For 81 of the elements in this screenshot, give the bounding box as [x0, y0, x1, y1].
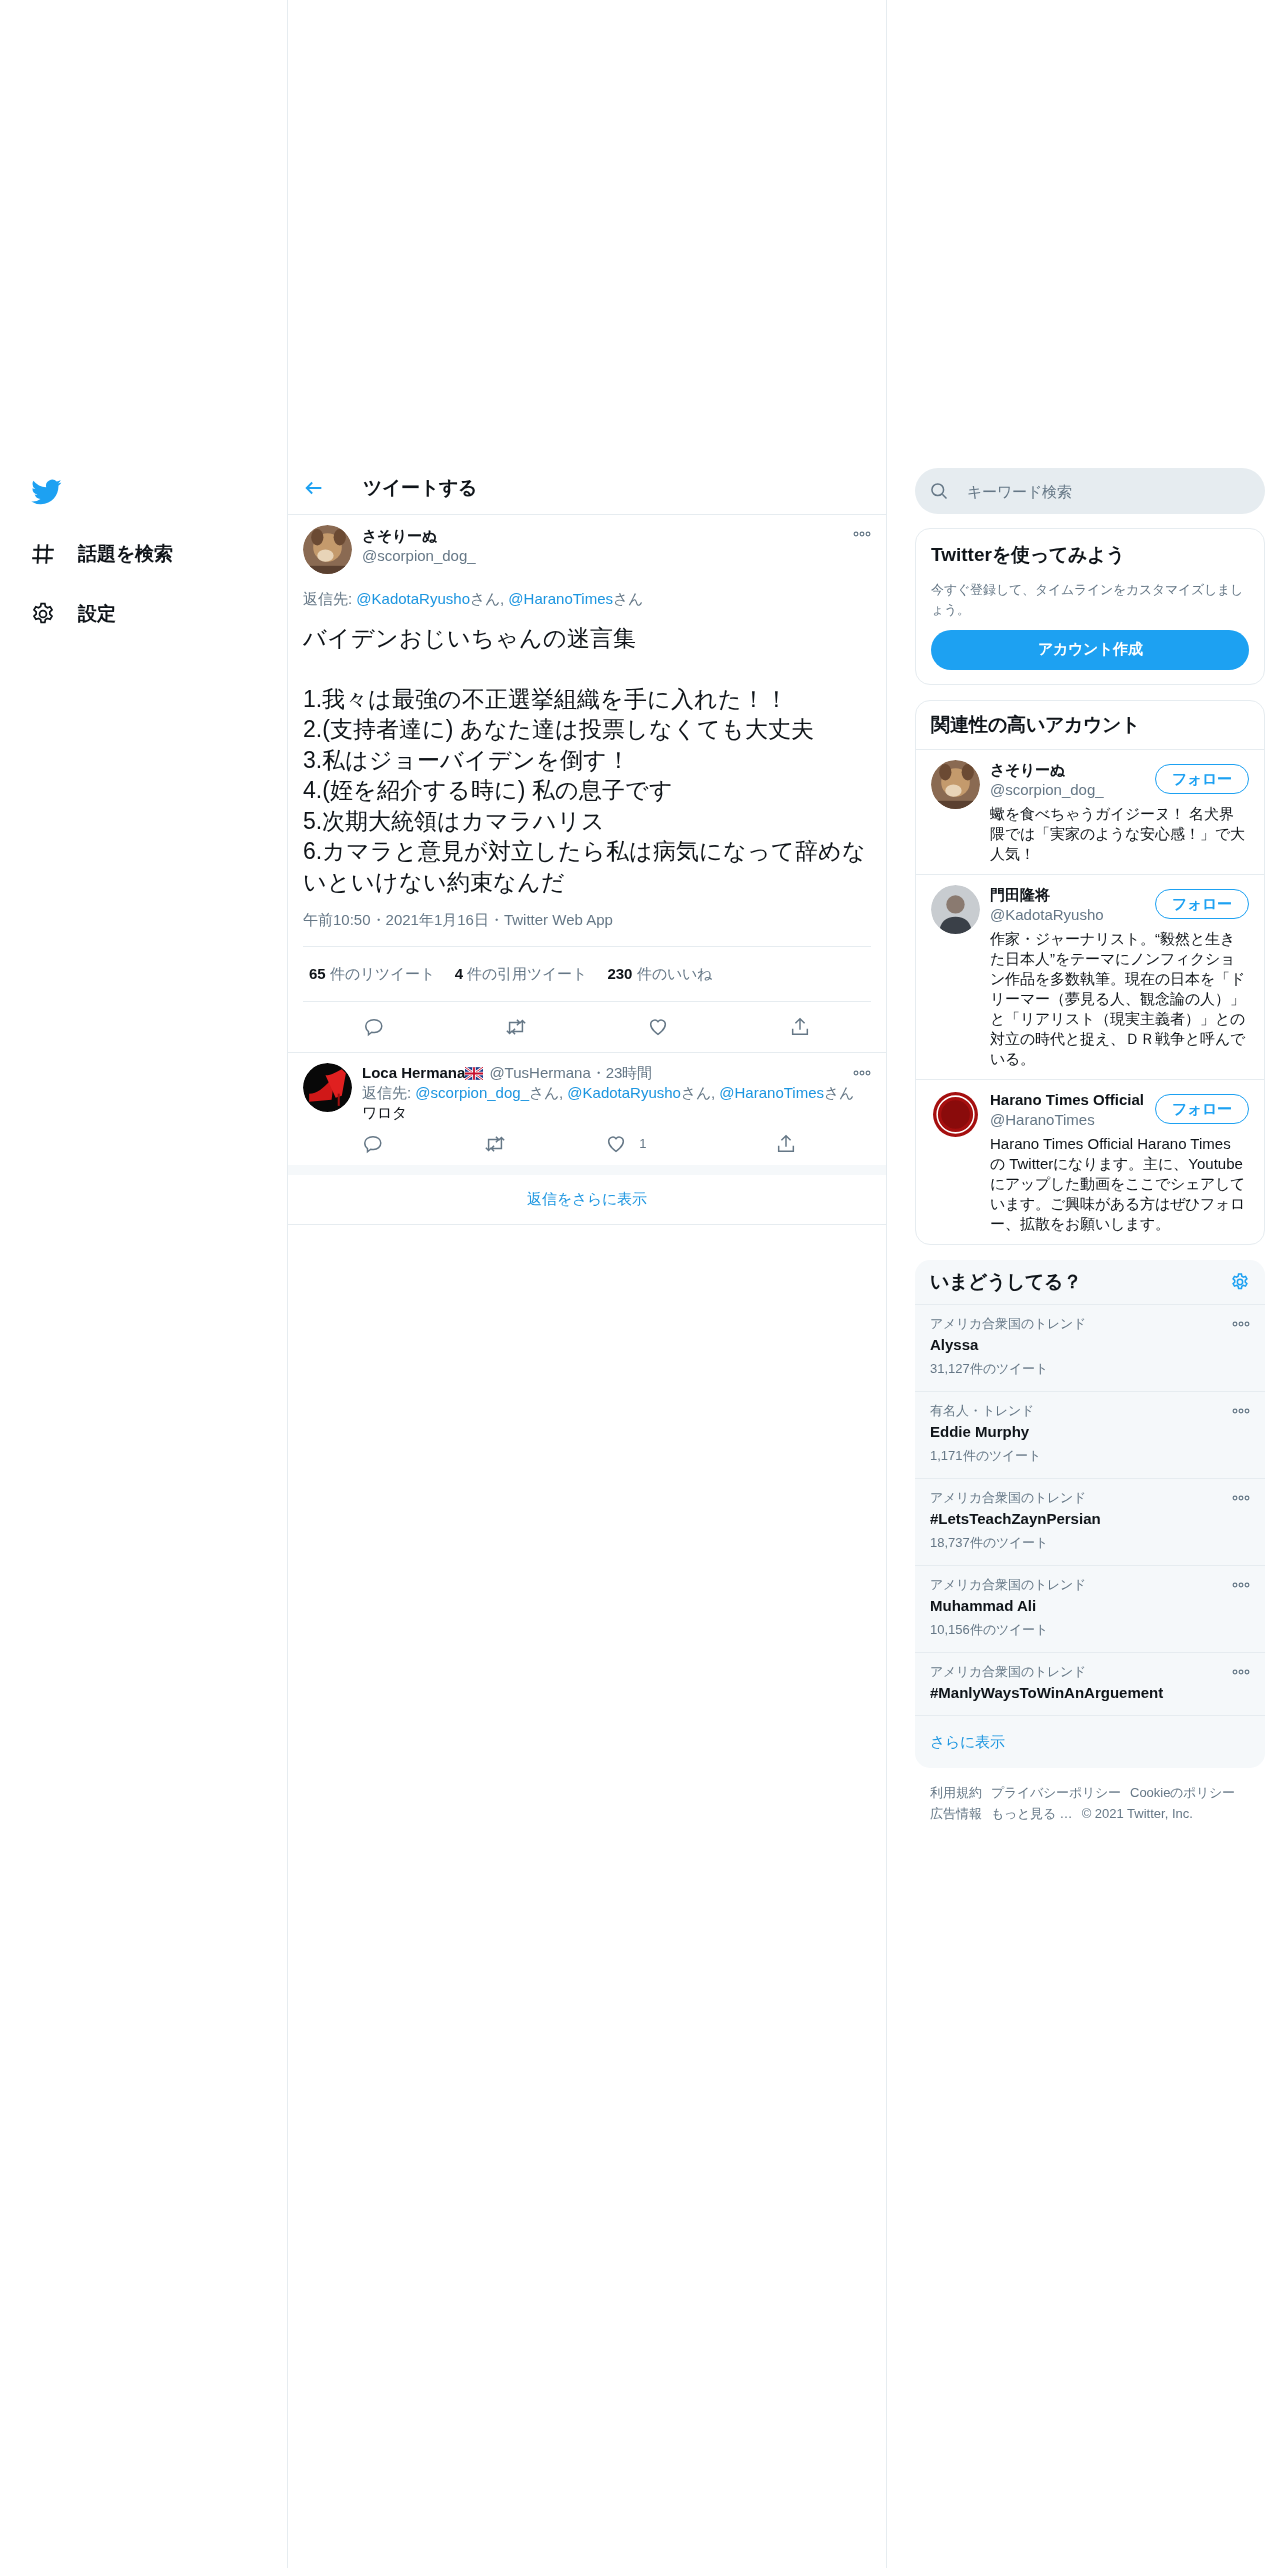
footer-link[interactable]: もっと見る …: [991, 1803, 1073, 1824]
trend-item[interactable]: アメリカ合衆国のトレンド #LetsTeachZaynPersian 18,737件のツイート: [915, 1479, 1265, 1566]
stat-link[interactable]: 4 件の引用ツイート: [454, 962, 588, 985]
card-title: Twitterを使ってみよう: [931, 543, 1126, 567]
reply-icon[interactable]: [362, 1133, 384, 1155]
search-icon: [929, 481, 949, 501]
share-icon[interactable]: [789, 1016, 811, 1038]
mention-link[interactable]: @KadotaRyusho: [567, 1084, 681, 1101]
trend-context: アメリカ合衆国のトレンド: [930, 1663, 1087, 1681]
more-icon[interactable]: [1232, 1495, 1250, 1501]
account-handle: @HaranoTimes: [990, 1110, 1096, 1130]
card-title: 関連性の高いアカウント: [916, 700, 1264, 750]
hashtag-icon: [30, 541, 56, 567]
account-bio: 蠍を食べちゃうガイジーヌ！ 名犬界隈では「実家のような安心感！」で大人気！: [990, 804, 1246, 864]
mention-link[interactable]: @HaranoTimes: [508, 590, 614, 607]
account-handle: @KadotaRyusho: [990, 905, 1104, 925]
card-title: いまどうしてる？: [930, 1269, 1082, 1294]
copyright-text: © 2021 Twitter, Inc.: [1081, 1805, 1193, 1823]
create-account-button[interactable]: アカウント作成: [931, 629, 1249, 670]
trend-count: 1,171件のツイート: [930, 1447, 1041, 1465]
heart-icon[interactable]: [647, 1016, 669, 1038]
trend-context: アメリカ合衆国のトレンド: [930, 1489, 1087, 1507]
nav-item[interactable]: 設定: [28, 588, 287, 640]
mention-link[interactable]: @HaranoTimes: [719, 1084, 824, 1101]
tweet-text: バイデンおじいちゃんの迷言集 1.我々は最強の不正選挙組織を手に入れた！！ 2.(支持者達に) あなた達は投票しなくても大丈夫 3.私はジョーバイデンを倒す！ 4.(姪を紹介する時に) 私の息子です 5.次期大統領はカマラハリス 6.カマラと意見が対立したら私は病気になって辞めないといけない約束なんだ: [303, 623, 868, 897]
trend-name: Muhammad Ali: [930, 1596, 1038, 1616]
show-more-replies-link[interactable]: 返信をさらに表示: [527, 1188, 647, 1211]
more-icon[interactable]: [1232, 1408, 1250, 1414]
page-title: ツイートする: [363, 475, 477, 500]
retweet-icon[interactable]: [483, 1133, 506, 1155]
tweet-time: ・23時間: [590, 1063, 653, 1083]
account-bio: 作家・ジャーナリスト。“毅然と生きた日本人”をテーマにノンフィクション作品を多数執筆。現在の日本を「ドリーマー（夢見る人、観念論の人）」と「リアリスト（現実主義者）」との対立の時代と捉え、ＤＲ戦争と呼んでいる。: [990, 929, 1246, 1069]
more-icon[interactable]: [853, 531, 871, 537]
account-handle: @scorpion_dog_: [990, 780, 1104, 800]
trend-context: 有名人・トレンド: [930, 1402, 1035, 1420]
footer-link[interactable]: 広告情報: [930, 1803, 982, 1824]
author-handle: @TusHermana: [489, 1063, 591, 1083]
card-text: 今すぐ登録して、タイムラインをカスタマイズしましょう。: [931, 580, 1244, 619]
mention-link[interactable]: @scorpion_dog_: [415, 1084, 529, 1101]
trend-name: Eddie Murphy: [930, 1422, 1031, 1442]
trend-item[interactable]: アメリカ合衆国のトレンド #ManlyWaysToWinAnArguement: [915, 1653, 1265, 1716]
footer-link[interactable]: Cookieのポリシー: [1130, 1782, 1236, 1803]
trend-name: #LetsTeachZaynPersian: [930, 1509, 1101, 1529]
mention-link[interactable]: @KadotaRyusho: [356, 590, 470, 607]
reply-icon[interactable]: [363, 1016, 385, 1038]
reply-to-text: 返信先: @scorpion_dog_さん, @KadotaRyushoさん, @HaranoTimesさん: [362, 1083, 855, 1103]
nav-item[interactable]: 話題を検索: [28, 528, 287, 580]
trend-count: 31,127件のツイート: [930, 1360, 1049, 1378]
stat-link[interactable]: 230 件のいいね: [607, 962, 712, 985]
more-icon[interactable]: [1232, 1582, 1250, 1588]
trend-name: Alyssa: [930, 1335, 980, 1355]
trend-item[interactable]: アメリカ合衆国のトレンド Alyssa 31,127件のツイート: [915, 1305, 1265, 1392]
reply-to-text: 返信先: @KadotaRyushoさん, @HaranoTimesさん: [303, 589, 645, 609]
retweet-icon[interactable]: [505, 1016, 527, 1038]
search-field[interactable]: キーワード検索: [915, 468, 1265, 514]
footer-link[interactable]: 利用規約: [930, 1782, 982, 1803]
footer-link[interactable]: プライバシーポリシー: [991, 1782, 1121, 1803]
author-name: さそりーぬ: [362, 526, 438, 546]
more-icon[interactable]: [1232, 1669, 1250, 1675]
account-bio: Harano Times Official Harano Times の Twitterになります。主に、Youtubeにアップした動画をここでシェアしています。ご興味がある方はぜひフォロー、拡散をお願いします。: [990, 1134, 1246, 1234]
tweet-text: ワロタ: [362, 1103, 408, 1123]
settings-icon[interactable]: [1230, 1272, 1250, 1292]
tweet-meta: 午前10:50・2021年1月16日・Twitter Web App: [303, 909, 871, 947]
more-icon[interactable]: [853, 1070, 871, 1076]
flag-icon: [465, 1066, 484, 1080]
account-name: さそりーぬ: [990, 760, 1066, 780]
like-count: 1: [639, 1135, 647, 1154]
trend-context: アメリカ合衆国のトレンド: [930, 1315, 1086, 1333]
show-more-link[interactable]: さらに表示: [930, 1730, 1005, 1754]
account-name: 門田隆将: [990, 885, 1051, 905]
author-handle: @scorpion_dog_: [362, 546, 477, 566]
trend-context: アメリカ合衆国のトレンド: [930, 1576, 1086, 1594]
trend-name: #ManlyWaysToWinAnArguement: [930, 1683, 1164, 1703]
stat-link[interactable]: 65 件のリツイート: [309, 962, 435, 985]
trend-item[interactable]: 有名人・トレンド Eddie Murphy 1,171件のツイート: [915, 1392, 1265, 1479]
trend-count: 18,737件のツイート: [930, 1534, 1049, 1552]
more-icon[interactable]: [1232, 1321, 1250, 1327]
author-name: Loca Hermana: [362, 1063, 466, 1083]
account-name: Harano Times Official: [990, 1090, 1144, 1110]
trend-item[interactable]: アメリカ合衆国のトレンド Muhammad Ali 10,156件のツイート: [915, 1566, 1265, 1653]
trend-count: 10,156件のツイート: [930, 1621, 1049, 1639]
